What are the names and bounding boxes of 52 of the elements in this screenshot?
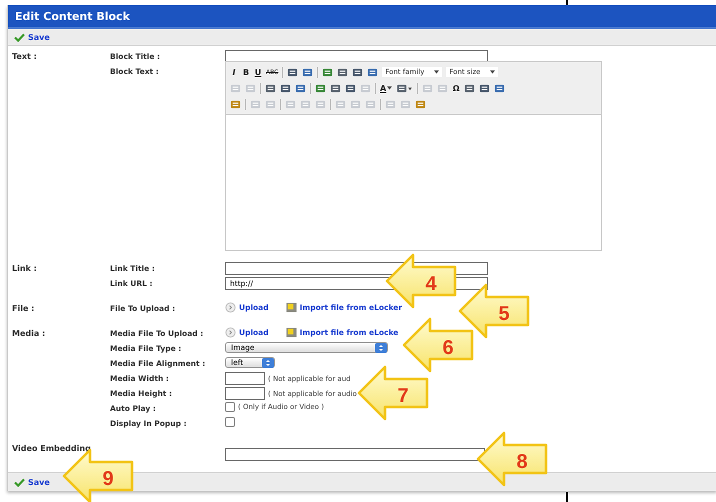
input-field[interactable]	[225, 50, 488, 64]
toolbar-icon[interactable]	[287, 66, 298, 78]
input-field[interactable]	[225, 372, 265, 386]
toolbar-icon[interactable]	[280, 82, 291, 94]
toolbar-icon[interactable]	[352, 66, 364, 78]
checkbox[interactable]	[225, 402, 235, 412]
caret-icon	[434, 70, 440, 74]
callout-number: 9	[102, 468, 114, 490]
save-button[interactable]: Save	[14, 32, 50, 42]
toolbar-icon[interactable]	[494, 82, 506, 94]
toolbar-icon[interactable]	[479, 82, 490, 94]
callout-number: 5	[498, 303, 510, 325]
caret-icon	[490, 70, 496, 74]
toolbar-icon[interactable]	[396, 82, 414, 94]
section-label: Link :	[12, 264, 37, 274]
toolbar-icon[interactable]	[322, 66, 334, 78]
upload-icon	[225, 327, 236, 338]
toolbar-icon[interactable]	[265, 82, 276, 94]
window-title: Edit Content Block	[15, 10, 130, 23]
input-field[interactable]	[225, 387, 265, 400]
toolbar-icon[interactable]	[315, 82, 326, 94]
toolbar-icon[interactable]	[302, 66, 314, 78]
section-label: Video Embedding	[12, 444, 91, 454]
save-button[interactable]: Save	[14, 478, 50, 487]
folder-icon	[286, 327, 297, 338]
toolbar-icon[interactable]	[230, 98, 241, 110]
format-button[interactable]: Ω	[452, 84, 460, 93]
toolbar-icon[interactable]	[295, 82, 306, 94]
checkbox[interactable]	[225, 417, 235, 428]
toolbar-icon[interactable]	[464, 82, 476, 94]
callout-number: 7	[397, 385, 409, 407]
callout-number: 8	[516, 451, 528, 473]
toolbar-icon[interactable]	[345, 82, 356, 94]
format-button[interactable]: A	[380, 84, 392, 93]
toolbar-icon[interactable]	[415, 98, 426, 110]
toolbar-icon[interactable]	[367, 66, 378, 78]
upload-icon	[225, 302, 236, 314]
section-label: File :	[12, 304, 34, 314]
checkmark-icon	[14, 32, 25, 42]
input-field[interactable]	[225, 448, 485, 462]
section-label: Text :	[12, 52, 37, 62]
section-label: Media :	[12, 329, 46, 338]
format-button[interactable]: I	[230, 68, 238, 77]
checkmark-icon	[14, 478, 25, 487]
callout-number: 6	[442, 337, 454, 359]
toolbar-icon[interactable]	[330, 82, 341, 94]
folder-icon	[286, 302, 297, 314]
stepper-icon	[262, 358, 274, 368]
format-button[interactable]: U	[254, 68, 262, 77]
toolbar-icon[interactable]	[337, 66, 348, 78]
stepper-icon	[375, 342, 387, 353]
format-button[interactable]: B	[242, 68, 250, 77]
